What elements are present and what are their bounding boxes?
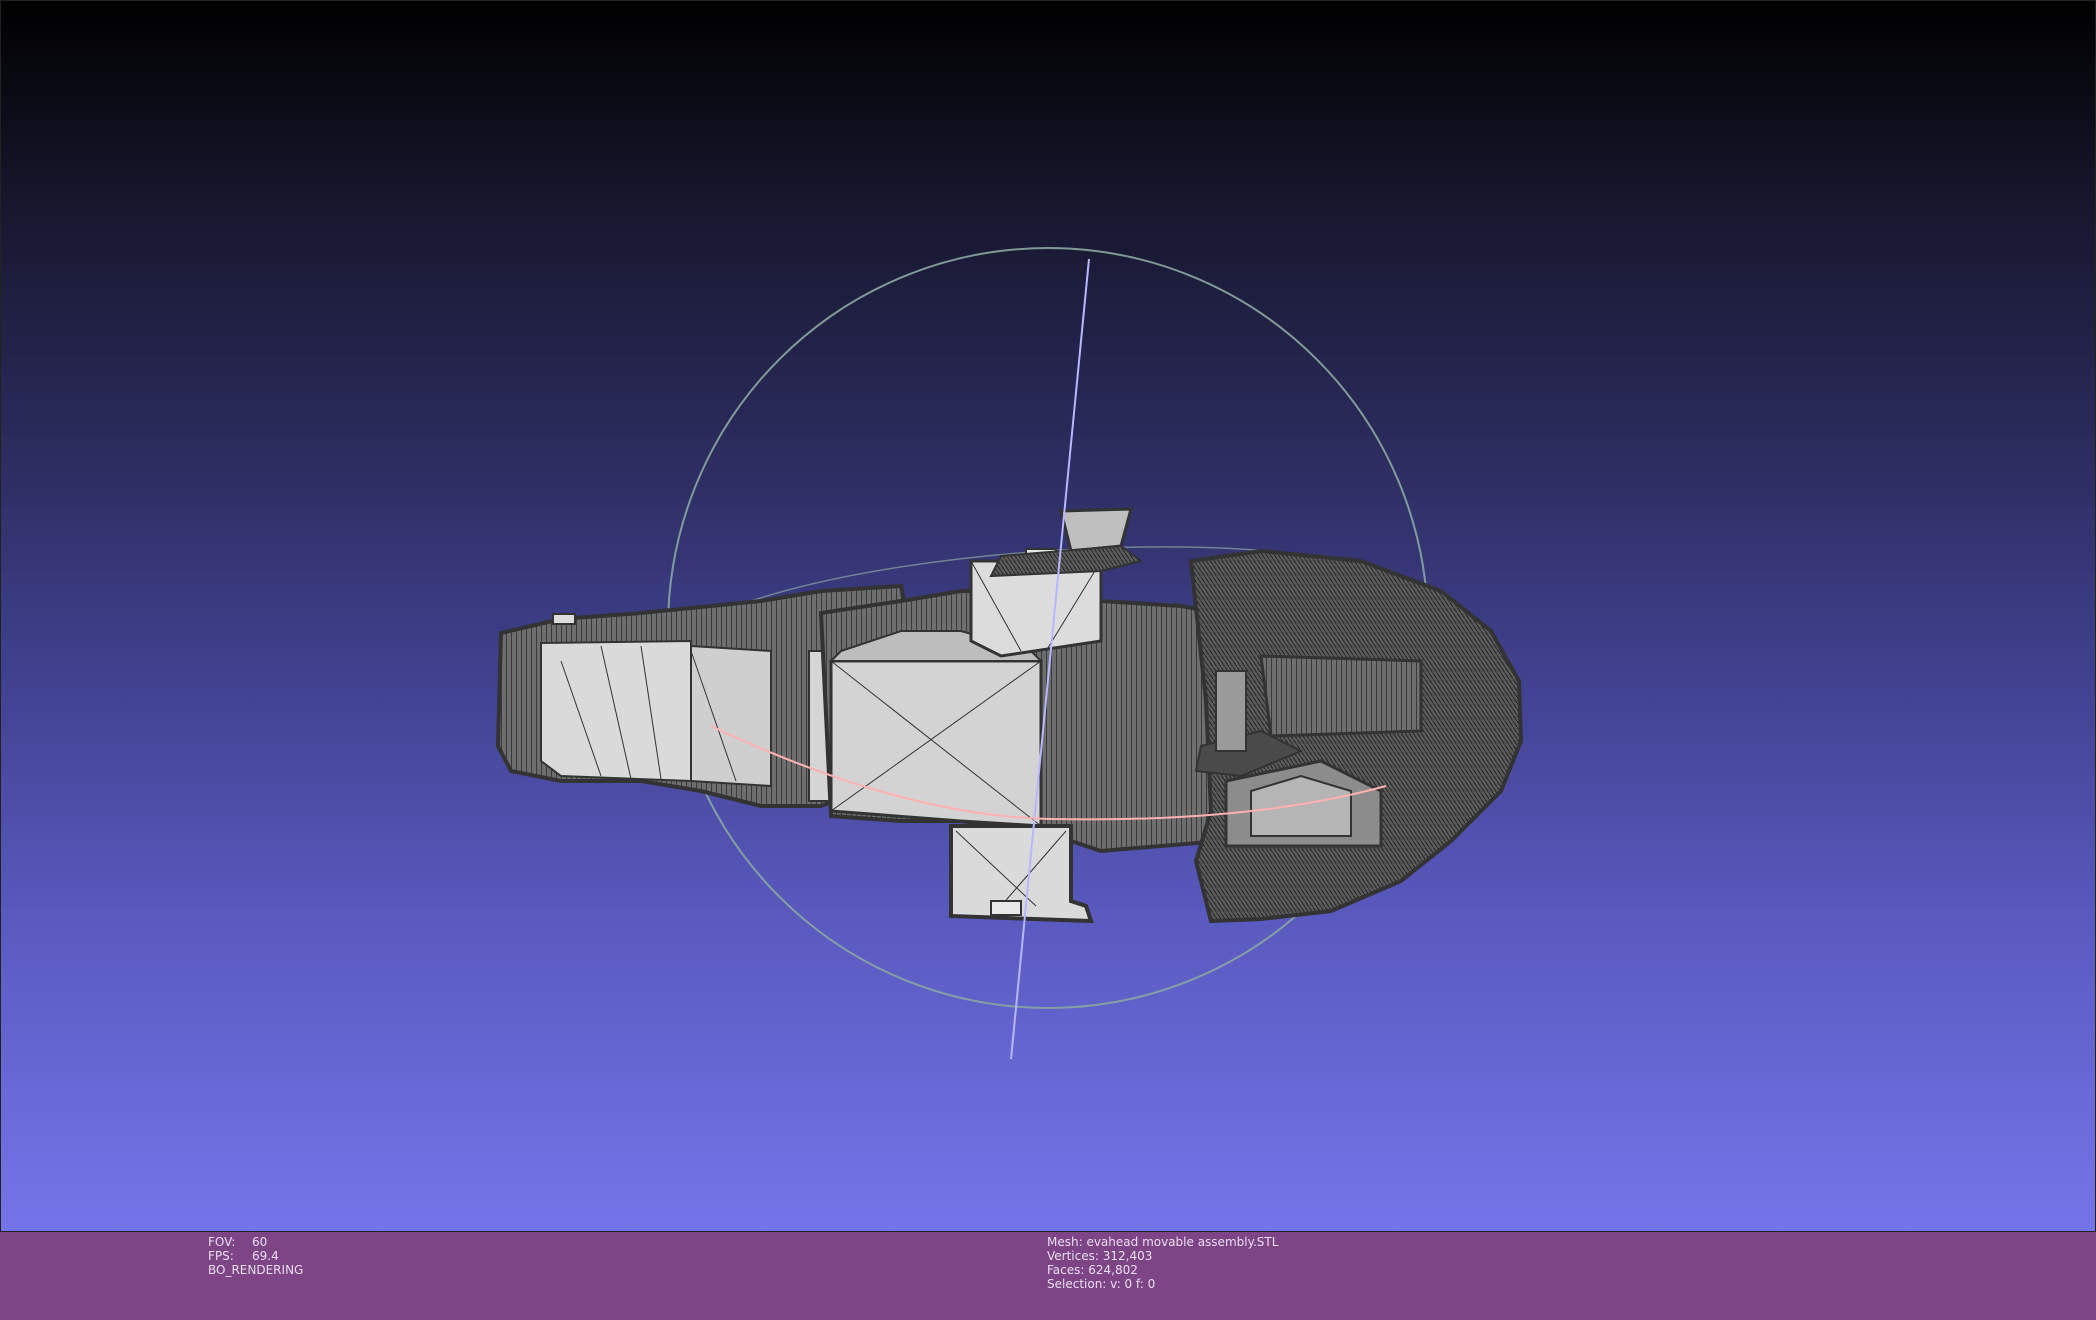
3d-viewport[interactable] [0,0,2096,1232]
mesh-model [495,507,1524,924]
fov-readout: FOV: 60 [208,1235,303,1249]
mesh-info: Mesh: evahead movable assembly.STL Verti… [1047,1235,1278,1291]
vertices-count: Vertices: 312,403 [1047,1249,1153,1263]
mesh-render[interactable] [1,1,2096,1232]
selection-info: Selection: v: 0 f: 0 [1047,1277,1156,1291]
render-mode: BO_RENDERING [208,1263,304,1277]
fov-value: 60 [252,1235,268,1249]
fps-label: FPS: [208,1249,234,1263]
status-bar: FOV: 60 FPS: 69.4 BO_RENDERING Mesh: evahe… [0,1232,2096,1320]
faces-count: Faces: 624,802 [1047,1263,1138,1277]
fps-value: 69.4 [252,1249,279,1263]
render-info: FOV: 60 FPS: 69.4 BO_RENDERING [208,1235,303,1277]
fps-readout: FPS: 69.4 [208,1249,303,1263]
fov-label: FOV: [208,1235,236,1249]
mesh-name: Mesh: evahead movable assembly.STL [1047,1235,1279,1249]
